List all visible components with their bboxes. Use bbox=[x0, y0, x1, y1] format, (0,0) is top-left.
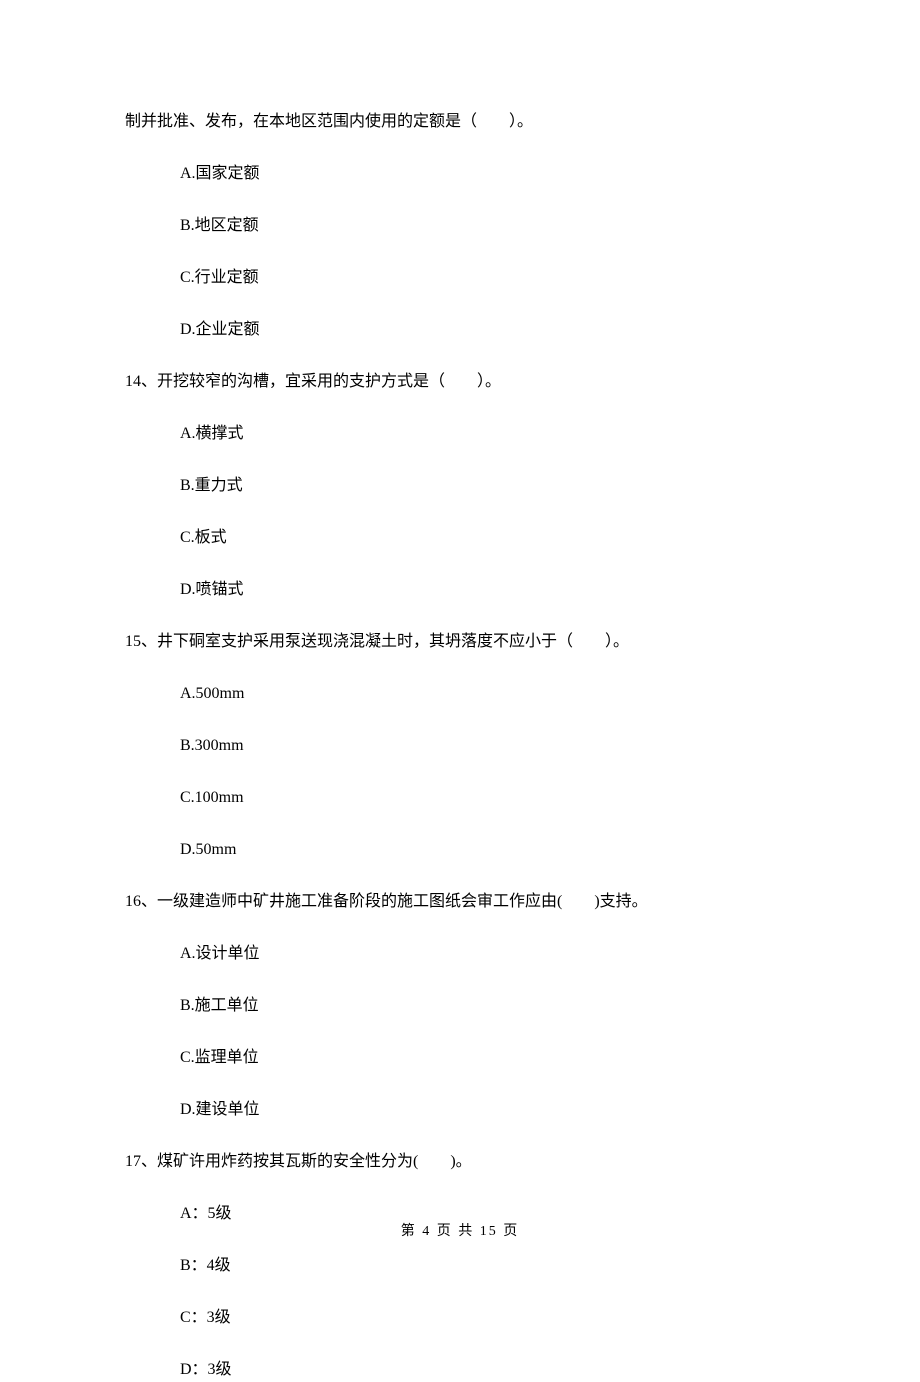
option-d: D.建设单位 bbox=[180, 1098, 795, 1122]
question-partial-text: 制并批准、发布，在本地区范围内使用的定额是（ ）。 bbox=[125, 110, 795, 134]
option-d: D.企业定额 bbox=[180, 318, 795, 342]
option-d: D：3级 bbox=[180, 1358, 795, 1382]
question-16-text: 16、一级建造师中矿井施工准备阶段的施工图纸会审工作应由( )支持。 bbox=[125, 890, 795, 914]
question-16-options: A.设计单位 B.施工单位 C.监理单位 D.建设单位 bbox=[125, 942, 795, 1122]
question-17-group: 17、煤矿许用炸药按其瓦斯的安全性分为( )。 A：5级 B：4级 C：3级 D… bbox=[125, 1150, 795, 1382]
option-b: B.施工单位 bbox=[180, 994, 795, 1018]
option-b: B.重力式 bbox=[180, 474, 795, 498]
option-c: C.行业定额 bbox=[180, 266, 795, 290]
document-content: 制并批准、发布，在本地区范围内使用的定额是（ ）。 A.国家定额 B.地区定额 … bbox=[0, 0, 920, 1382]
question-16-group: 16、一级建造师中矿井施工准备阶段的施工图纸会审工作应由( )支持。 A.设计单… bbox=[125, 890, 795, 1122]
option-a: A.横撑式 bbox=[180, 422, 795, 446]
question-15-text: 15、井下硐室支护采用泵送现浇混凝土时，其坍落度不应小于（ ）。 bbox=[125, 630, 795, 654]
option-c: C.100mm bbox=[180, 786, 795, 810]
question-15-options: A.500mm B.300mm C.100mm D.50mm bbox=[125, 682, 795, 862]
question-15-group: 15、井下硐室支护采用泵送现浇混凝土时，其坍落度不应小于（ ）。 A.500mm… bbox=[125, 630, 795, 862]
question-17-text: 17、煤矿许用炸药按其瓦斯的安全性分为( )。 bbox=[125, 1150, 795, 1174]
option-a: A.国家定额 bbox=[180, 162, 795, 186]
option-b: B.300mm bbox=[180, 734, 795, 758]
option-c: C.监理单位 bbox=[180, 1046, 795, 1070]
page-footer: 第 4 页 共 15 页 bbox=[0, 1220, 920, 1240]
question-14-options: A.横撑式 B.重力式 C.板式 D.喷锚式 bbox=[125, 422, 795, 602]
option-c: C：3级 bbox=[180, 1306, 795, 1330]
option-a: A.500mm bbox=[180, 682, 795, 706]
option-b: B.地区定额 bbox=[180, 214, 795, 238]
question-14-text: 14、开挖较窄的沟槽，宜采用的支护方式是（ ）。 bbox=[125, 370, 795, 394]
option-d: D.50mm bbox=[180, 838, 795, 862]
option-b: B：4级 bbox=[180, 1254, 795, 1278]
option-c: C.板式 bbox=[180, 526, 795, 550]
question-partial-options: A.国家定额 B.地区定额 C.行业定额 D.企业定额 bbox=[125, 162, 795, 342]
question-partial-group: 制并批准、发布，在本地区范围内使用的定额是（ ）。 A.国家定额 B.地区定额 … bbox=[125, 110, 795, 342]
option-a: A.设计单位 bbox=[180, 942, 795, 966]
question-14-group: 14、开挖较窄的沟槽，宜采用的支护方式是（ ）。 A.横撑式 B.重力式 C.板… bbox=[125, 370, 795, 602]
option-d: D.喷锚式 bbox=[180, 578, 795, 602]
